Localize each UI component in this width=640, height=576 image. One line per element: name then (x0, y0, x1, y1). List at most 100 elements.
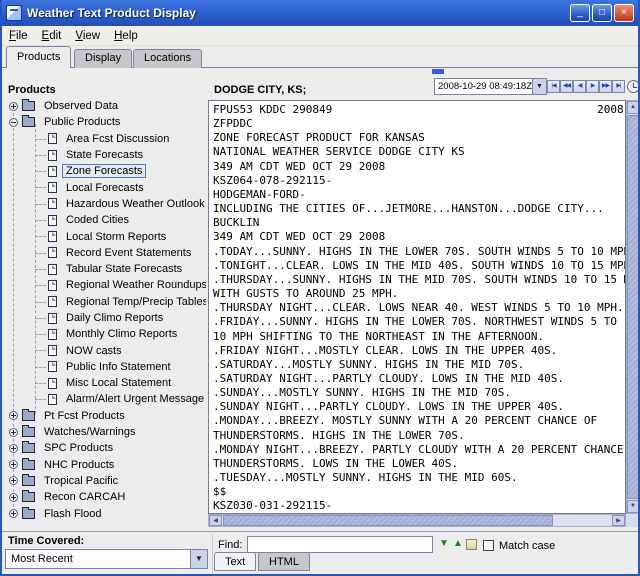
time-covered-label: Time Covered: (8, 535, 84, 547)
folder-icon (22, 117, 35, 127)
fast-rewind-button[interactable]: ◀◀ (560, 80, 573, 93)
app-window: Weather Text Product Display _ □ × File … (0, 0, 640, 576)
tree-item-regional-weather-roundups[interactable]: Regional Weather Roundups (4, 277, 206, 293)
expand-handle-icon[interactable] (9, 444, 18, 453)
expand-handle-icon[interactable] (9, 102, 18, 111)
tree-item-daily-climo-reports[interactable]: Daily Climo Reports (4, 310, 206, 326)
document-icon (48, 394, 57, 405)
next-product-button[interactable]: ▶ (586, 80, 599, 93)
tree-item-regional-temp-precip-tables[interactable]: Regional Temp/Precip Tables (4, 294, 206, 310)
tree-item-flash-flood[interactable]: Flash Flood (4, 505, 206, 521)
text-product-viewer: FPUS53 KDDC 290849 2008 ZFPDDC ZONE FORE… (208, 100, 626, 514)
scroll-up-icon[interactable]: ▲ (627, 101, 639, 114)
tree-item-label: Regional Temp/Precip Tables (62, 295, 206, 309)
clock-icon[interactable] (627, 80, 640, 93)
document-icon (48, 345, 57, 356)
expand-handle-icon[interactable] (9, 509, 18, 518)
vertical-scrollbar[interactable]: ▲ ▼ (626, 100, 640, 514)
bottom-bar: Time Covered: Most Recent ▼ Find: ▼ ▲ Ma… (2, 531, 638, 576)
menu-bar: File Edit View Help (2, 26, 638, 46)
tree-item-recon-carcah[interactable]: Recon CARCAH (4, 489, 206, 505)
document-icon (48, 264, 57, 275)
tree-item-coded-cities[interactable]: Coded Cities (4, 212, 206, 228)
menu-help[interactable]: Help (107, 28, 145, 44)
scroll-down-icon[interactable]: ▼ (627, 500, 639, 513)
horizontal-scrollbar[interactable]: ◀ ▶ (208, 514, 626, 527)
tab-products[interactable]: Products (6, 46, 71, 68)
highlight-all-icon[interactable] (466, 539, 477, 550)
tree-item-nhc-products[interactable]: NHC Products (4, 457, 206, 473)
latest-product-button[interactable]: ▶| (612, 80, 625, 93)
time-covered-combobox[interactable]: Most Recent ▼ (5, 549, 208, 569)
view-tab-html[interactable]: HTML (258, 552, 310, 571)
progress-indicator (432, 69, 444, 74)
tree-item-label: Watches/Warnings (40, 425, 140, 439)
maximize-button[interactable]: □ (592, 4, 612, 22)
find-previous-icon[interactable]: ▲ (453, 538, 463, 549)
find-input[interactable] (247, 536, 433, 553)
horizontal-scrollbar-thumb[interactable] (223, 515, 553, 526)
scroll-left-icon[interactable]: ◀ (209, 515, 222, 526)
match-case-checkbox[interactable] (483, 540, 494, 551)
folder-icon (22, 427, 35, 437)
tree-item-public-products[interactable]: Public Products (4, 114, 206, 130)
document-icon (48, 378, 57, 389)
menu-edit[interactable]: Edit (35, 28, 69, 44)
tree-item-misc-local-statement[interactable]: Misc Local Statement (4, 375, 206, 391)
tree-item-label: Alarm/Alert Urgent Message (62, 392, 206, 406)
tree-item-record-event-statements[interactable]: Record Event Statements (4, 245, 206, 261)
tree-item-zone-forecasts[interactable]: Zone Forecasts (4, 163, 206, 179)
tree-item-local-forecasts[interactable]: Local Forecasts (4, 179, 206, 195)
tree-item-now-casts[interactable]: NOW casts (4, 342, 206, 358)
previous-product-button[interactable]: ◀ (573, 80, 586, 93)
tree-item-label: Tabular State Forecasts (62, 262, 186, 276)
product-time-combobox[interactable]: 2008-10-29 08:49:18Z ▼ (434, 78, 547, 95)
title-bar: Weather Text Product Display _ □ × (2, 0, 638, 26)
tab-locations[interactable]: Locations (133, 49, 202, 68)
tree-item-spc-products[interactable]: SPC Products (4, 440, 206, 456)
product-time-value: 2008-10-29 08:49:18Z (435, 81, 532, 92)
tree-item-area-fcst-discussion[interactable]: Area Fcst Discussion (4, 131, 206, 147)
chevron-down-icon: ▼ (532, 79, 546, 94)
expand-handle-icon[interactable] (9, 428, 18, 437)
tree-item-label: Pt Fcst Products (40, 409, 129, 423)
menu-file[interactable]: File (2, 28, 35, 44)
document-icon (48, 313, 57, 324)
menu-view[interactable]: View (68, 28, 107, 44)
tree-item-alarm-alert-urgent-message[interactable]: Alarm/Alert Urgent Message (4, 391, 206, 407)
time-covered-value: Most Recent (6, 553, 190, 565)
expand-handle-icon[interactable] (9, 493, 18, 502)
product-text[interactable]: FPUS53 KDDC 290849 2008 ZFPDDC ZONE FORE… (213, 103, 625, 514)
tree-item-tropical-pacific[interactable]: Tropical Pacific (4, 473, 206, 489)
tree-item-monthly-climo-reports[interactable]: Monthly Climo Reports (4, 326, 206, 342)
tab-display[interactable]: Display (74, 49, 132, 68)
first-product-button[interactable]: |◀ (547, 80, 560, 93)
tree-item-hazardous-weather-outlook[interactable]: Hazardous Weather Outlook (4, 196, 206, 212)
tree-item-tabular-state-forecasts[interactable]: Tabular State Forecasts (4, 261, 206, 277)
collapse-handle-icon[interactable] (9, 118, 18, 127)
find-next-icon[interactable]: ▼ (439, 538, 449, 549)
tree-item-watches-warnings[interactable]: Watches/Warnings (4, 424, 206, 440)
tree-item-label: Monthly Climo Reports (62, 327, 181, 341)
fast-forward-button[interactable]: ▶▶ (599, 80, 612, 93)
folder-icon (22, 509, 35, 519)
tree-item-observed-data[interactable]: Observed Data (4, 98, 206, 114)
tree-item-pt-fcst-products[interactable]: Pt Fcst Products (4, 408, 206, 424)
minimize-button[interactable]: _ (570, 4, 590, 22)
document-icon (48, 150, 57, 161)
window-controls: _ □ × (570, 4, 634, 22)
tree-item-local-storm-reports[interactable]: Local Storm Reports (4, 228, 206, 244)
view-tab-text[interactable]: Text (214, 552, 256, 571)
expand-handle-icon[interactable] (9, 460, 18, 469)
expand-handle-icon[interactable] (9, 411, 18, 420)
tree-item-public-info-statement[interactable]: Public Info Statement (4, 359, 206, 375)
scroll-right-icon[interactable]: ▶ (612, 515, 625, 526)
tree-item-state-forecasts[interactable]: State Forecasts (4, 147, 206, 163)
vertical-scrollbar-thumb[interactable] (627, 115, 639, 499)
tree-item-label: NOW casts (62, 344, 126, 358)
close-button[interactable]: × (614, 4, 634, 22)
expand-handle-icon[interactable] (9, 476, 18, 485)
tree-item-label: Regional Weather Roundups (62, 278, 206, 292)
document-icon (48, 133, 57, 144)
tree-item-label: NHC Products (40, 458, 118, 472)
